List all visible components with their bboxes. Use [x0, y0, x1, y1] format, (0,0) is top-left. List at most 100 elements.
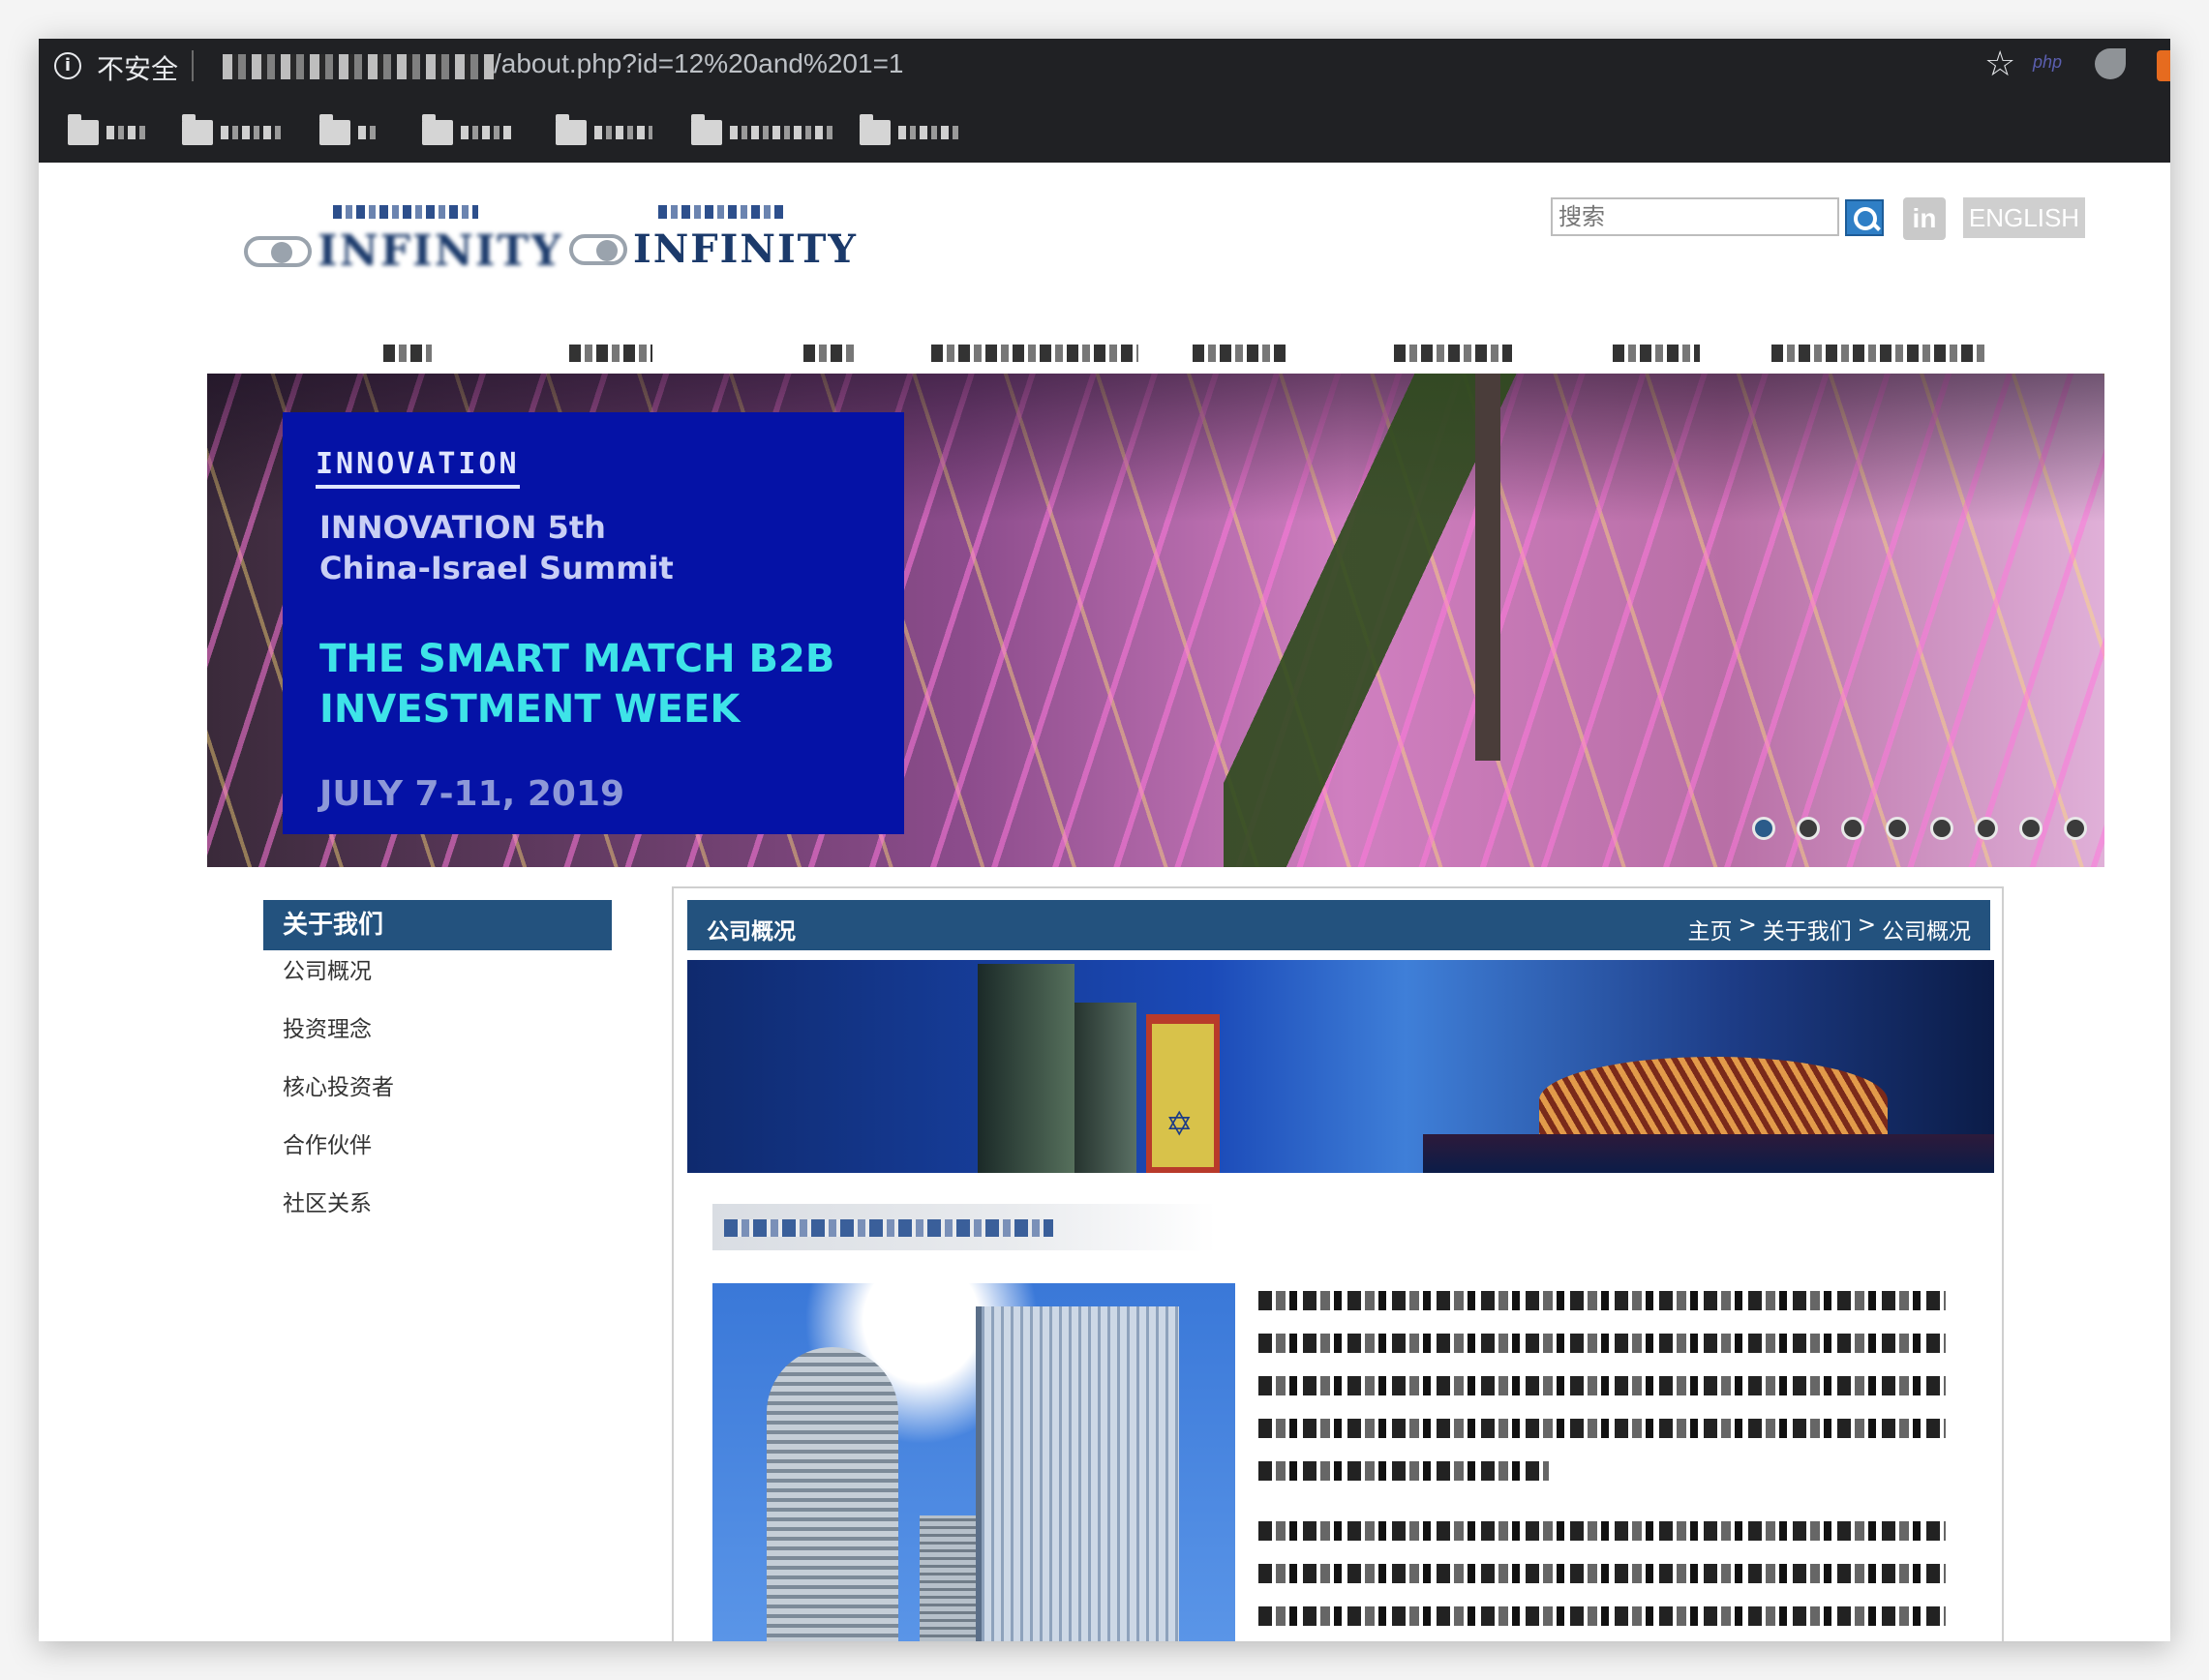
round-tower-image: [767, 1347, 898, 1641]
banner-line-3: THE SMART MATCH B2B: [319, 637, 835, 681]
info-icon[interactable]: i: [54, 52, 81, 79]
sidebar-menu: 公司概况 投资理念 核心投资者 合作伙伴 社区关系: [283, 952, 394, 1243]
sidebar-item-overview[interactable]: 公司概况: [283, 952, 394, 1010]
web-page: INFINITY INFINITY in ENGLISH: [39, 163, 2170, 1641]
text-line-blurred: [1258, 1564, 1946, 1583]
text-line-blurred: [1258, 1461, 1549, 1481]
banner-date: JULY 7-11, 2019: [319, 774, 625, 814]
breadcrumb-separator: >: [1857, 913, 1876, 938]
slider-dot[interactable]: [2019, 817, 2043, 840]
php-extension-icon[interactable]: php: [2033, 52, 2062, 73]
city-skyline-image: ✡: [687, 960, 1994, 1173]
bookmark-item[interactable]: [691, 114, 836, 149]
slider-dot[interactable]: [1886, 817, 1909, 840]
slider-dots: [1752, 817, 2087, 840]
bookmark-label-blurred: [730, 126, 836, 139]
sidebar-item-partners[interactable]: 合作伙伴: [283, 1126, 394, 1185]
slider-dot[interactable]: [1841, 817, 1864, 840]
logo-mark: INFINITY: [569, 226, 858, 272]
text-line-blurred: [1258, 1376, 1946, 1395]
bookmark-item[interactable]: [319, 114, 379, 149]
building-photo: [712, 1283, 1235, 1641]
nav-item[interactable]: [1613, 345, 1700, 362]
nav-item[interactable]: [1771, 345, 1984, 362]
folder-icon: [68, 114, 99, 145]
folder-icon: [422, 114, 453, 145]
nav-item[interactable]: [803, 345, 854, 362]
folder-icon: [182, 114, 213, 145]
nav-item[interactable]: [1193, 345, 1286, 362]
url-host-blurred[interactable]: [223, 54, 496, 79]
sidebar-item-philosophy[interactable]: 投资理念: [283, 1010, 394, 1068]
text-line-blurred: [1258, 1606, 1946, 1626]
logo-wordmark-blurred: INFINITY: [633, 226, 858, 272]
address-bar[interactable]: i 不安全 /about.php?id=12%20and%201=1 ☆ php: [39, 39, 2170, 101]
bookmark-item[interactable]: [422, 114, 513, 149]
slider-dot[interactable]: [1752, 817, 1775, 840]
folder-icon: [691, 114, 722, 145]
bookmark-label-blurred: [358, 126, 379, 139]
banner-tag: INNOVATION: [316, 447, 520, 489]
banner-trees: [1224, 374, 1630, 867]
text-line-blurred: [1258, 1419, 1946, 1438]
nav-item[interactable]: [931, 345, 1138, 362]
banner-line-1: INNOVATION 5th: [319, 509, 606, 546]
star-icon[interactable]: ☆: [1984, 45, 2015, 84]
square-tower-image: [976, 1306, 1179, 1641]
logo-ring-icon: [569, 233, 627, 265]
breadcrumb-section[interactable]: 关于我们: [1763, 913, 1852, 945]
small-tower-image: [920, 1515, 976, 1641]
content-header: 公司概况 主页 > 关于我们 > 公司概况: [687, 900, 1990, 950]
bookmark-item[interactable]: [68, 114, 145, 149]
folder-icon: [556, 114, 587, 145]
bookmark-label-blurred: [106, 126, 145, 139]
search-icon[interactable]: [1845, 199, 1884, 236]
breadcrumb-home[interactable]: 主页: [1687, 913, 1732, 945]
logo-infinity-2[interactable]: INFINITY: [569, 205, 858, 286]
english-language-button[interactable]: ENGLISH: [1963, 197, 2085, 238]
sidebar-item-community[interactable]: 社区关系: [283, 1185, 394, 1243]
logo-infinity-1[interactable]: INFINITY: [244, 205, 563, 286]
address-separator: [192, 50, 194, 81]
banner-caption-box: INNOVATION INNOVATION 5th China-Israel S…: [283, 412, 904, 834]
bookmark-item[interactable]: [182, 114, 283, 149]
linkedin-icon[interactable]: in: [1903, 197, 1946, 240]
breadcrumb-current: 公司概况: [1882, 919, 1971, 945]
search-input[interactable]: [1551, 197, 1839, 236]
banner-line-4: INVESTMENT WEEK: [319, 687, 741, 732]
main-nav: [39, 333, 2170, 372]
bookmarks-bar: [39, 101, 2170, 163]
bookmark-item[interactable]: [860, 114, 958, 149]
content-panel: 公司概况 主页 > 关于我们 > 公司概况 ✡: [672, 886, 2004, 1641]
star-of-david-icon: ✡: [1165, 1105, 1194, 1144]
slider-dot[interactable]: [1797, 817, 1820, 840]
page-title: 公司概况: [707, 919, 796, 945]
text-line-blurred: [1258, 1521, 1946, 1541]
slider-dot[interactable]: [1975, 817, 1998, 840]
article-title-blurred: [712, 1204, 1216, 1250]
logo-mark: INFINITY: [244, 226, 563, 276]
water-reflection: [1423, 1134, 1994, 1173]
article-body-blurred: [1258, 1291, 1946, 1641]
slider-dot[interactable]: [2064, 817, 2087, 840]
hero-banner[interactable]: INNOVATION INNOVATION 5th China-Israel S…: [207, 374, 2104, 867]
browser-window: i 不安全 /about.php?id=12%20and%201=1 ☆ php: [39, 39, 2170, 1641]
sidebar-item-investors[interactable]: 核心投资者: [283, 1068, 394, 1126]
folder-icon: [319, 114, 350, 145]
logo-ring-icon: [244, 235, 312, 267]
fox-extension-icon[interactable]: [2157, 50, 2170, 81]
url-path[interactable]: /about.php?id=12%20and%201=1: [494, 48, 904, 79]
bookmark-item[interactable]: [556, 114, 652, 149]
folder-icon: [860, 114, 891, 145]
breadcrumb: 主页 > 关于我们 > 公司概况: [1687, 913, 1971, 945]
bookmark-label-blurred: [898, 126, 958, 139]
leaf-extension-icon[interactable]: [2095, 48, 2126, 79]
logo-subtitle-blurred: [333, 205, 478, 219]
text-line-blurred: [1258, 1334, 1946, 1353]
security-label[interactable]: 不安全: [97, 48, 178, 87]
nav-item[interactable]: [383, 345, 432, 362]
nav-item[interactable]: [569, 345, 652, 362]
nav-item[interactable]: [1394, 345, 1512, 362]
slider-dot[interactable]: [1930, 817, 1953, 840]
